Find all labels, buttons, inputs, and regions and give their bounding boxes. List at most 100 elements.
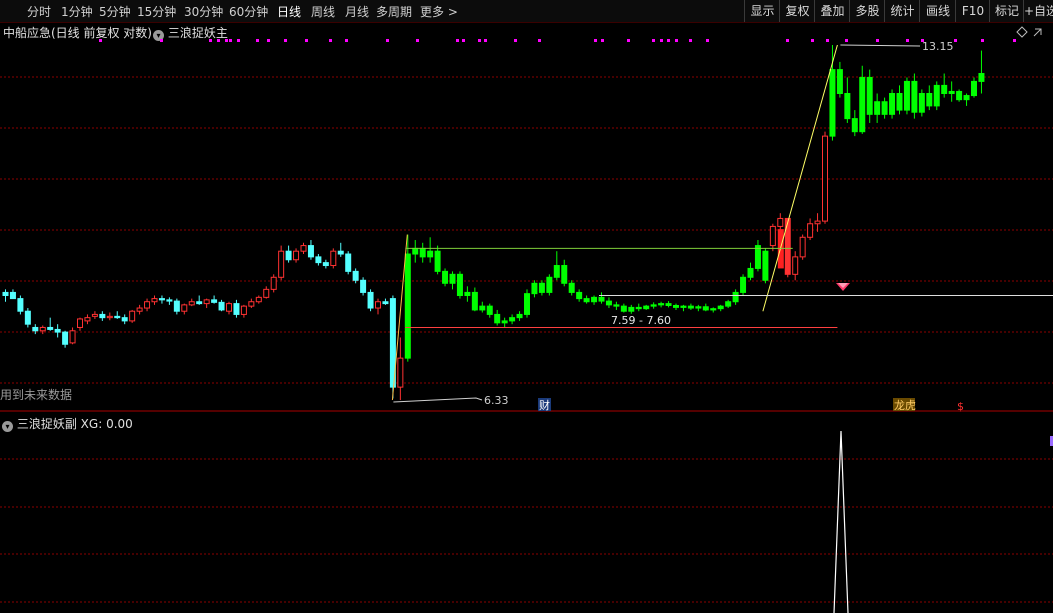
candle-body [404, 253, 411, 359]
candle-body [851, 118, 858, 133]
candle-body [240, 305, 247, 315]
candle-body [434, 250, 441, 272]
candle-body [367, 291, 374, 309]
signal-dot [538, 39, 541, 42]
candle-body [412, 247, 419, 255]
special-event-tag: $ [957, 400, 964, 413]
candle-body [605, 300, 612, 306]
signal-dot [601, 39, 604, 42]
candle-body [956, 90, 963, 101]
candle-body [762, 250, 769, 281]
candle-body [807, 223, 814, 238]
candle-body [479, 305, 486, 311]
candle-body [69, 330, 76, 344]
candle-body [881, 101, 888, 115]
candle-body [471, 291, 478, 311]
candle-body [687, 305, 694, 309]
candle-body [39, 326, 46, 332]
finance-tag: 财 [539, 398, 550, 412]
signal-dot [906, 39, 909, 42]
signal-dot [954, 39, 957, 42]
candle-body [196, 301, 203, 305]
expand-icon [1033, 28, 1042, 37]
candle-body [889, 92, 896, 115]
candle-body [777, 217, 784, 227]
candle-body [695, 306, 702, 309]
candle-body [494, 313, 501, 324]
signal-dot [845, 39, 848, 42]
candle-body [553, 265, 560, 278]
candle-body [449, 273, 456, 284]
low-price-label: 6.33 [484, 394, 509, 407]
candle-body [54, 328, 61, 333]
candle-body [285, 250, 292, 261]
low-price-pointer [393, 397, 483, 403]
candle-body [643, 305, 650, 310]
signal-dot [652, 39, 655, 42]
candle-body [531, 282, 538, 295]
candle-body [337, 250, 344, 255]
signal-dot [667, 39, 670, 42]
signal-dot [706, 39, 709, 42]
candle-body [591, 296, 598, 303]
signal-dot [209, 39, 212, 42]
signal-dot [99, 39, 102, 42]
candle-body [814, 220, 821, 225]
candle-body [456, 273, 463, 297]
candle-body [866, 76, 873, 115]
candle-body [583, 298, 590, 303]
candle-body [568, 282, 575, 293]
candle-body [255, 296, 262, 303]
candle-body [561, 265, 568, 284]
candle-body [17, 298, 24, 312]
signal-dot [675, 39, 678, 42]
candle-body [330, 250, 337, 267]
candle-body [91, 313, 98, 317]
candle-body [896, 92, 903, 111]
candle-body [911, 80, 918, 113]
candle-body [397, 357, 404, 388]
candle-body [874, 101, 881, 115]
candle-body [732, 291, 739, 303]
candle-body [106, 315, 113, 319]
candle-body [278, 250, 285, 278]
signal-dot [386, 39, 389, 42]
candle-body [665, 303, 672, 307]
candle-body [628, 306, 635, 312]
high-price-pointer [840, 44, 921, 47]
candle-body [903, 80, 910, 111]
candle-body [382, 301, 389, 305]
candle-body [203, 299, 210, 305]
candle-body [620, 305, 627, 312]
signal-dot [627, 39, 630, 42]
signal-dot [1013, 39, 1016, 42]
candle-body [181, 304, 188, 312]
signal-dot [229, 39, 232, 42]
candle-body [598, 296, 605, 302]
signal-dot [256, 39, 259, 42]
candle-body [971, 80, 977, 97]
candle-body [926, 92, 933, 107]
candle-body [129, 310, 136, 322]
candle-body [747, 267, 754, 278]
signal-dot [456, 39, 459, 42]
candle-body [114, 315, 121, 319]
candle-body [963, 95, 970, 101]
candle-body [345, 253, 352, 272]
dragon-tiger-tag: 龙虎 [894, 399, 916, 412]
candle-body [613, 304, 620, 307]
candle-body [121, 317, 128, 322]
candle-body [717, 305, 724, 310]
candle-body [799, 236, 806, 258]
candle-body [710, 308, 717, 311]
kline-chart[interactable]: 13.15 6.33 7.59 - 7.60 财 龙虎 $ [0, 0, 1053, 613]
candle-body [427, 250, 434, 258]
signal-dot [305, 39, 308, 42]
diamond-outline-icon [1016, 26, 1028, 38]
signal-dot [786, 39, 789, 42]
candle-body [84, 317, 91, 322]
candle-body [978, 73, 985, 82]
signal-dot [826, 39, 829, 42]
candle-body [173, 300, 180, 312]
signal-dot [484, 39, 487, 42]
